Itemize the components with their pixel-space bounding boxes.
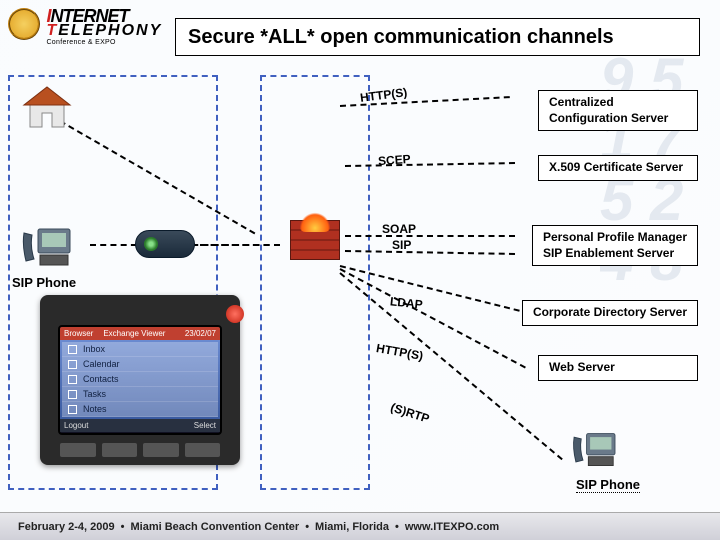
house-icon (22, 85, 72, 130)
phone-time: 23/02/07 (185, 329, 216, 338)
conference-logo: INTERNET TELEPHONY Conference & EXPO (8, 8, 173, 68)
page-title: Secure *ALL* open communication channels (175, 18, 700, 56)
list-item: Contacts (62, 372, 218, 387)
phone-tab-exchange: Exchange Viewer (103, 329, 165, 338)
phone-nav-button (226, 305, 244, 323)
phone-softkey-select: Select (194, 421, 216, 430)
sip-phone-icon (570, 430, 620, 470)
badge-icon (8, 8, 40, 40)
server-directory: Corporate Directory Server (522, 300, 698, 326)
phone-device: Browser Exchange Viewer 23/02/07 Inbox C… (40, 295, 240, 465)
phone-display: Browser Exchange Viewer 23/02/07 Inbox C… (58, 325, 222, 435)
connector (345, 235, 515, 237)
connector (200, 244, 280, 246)
gateway-icon (135, 230, 195, 258)
sip-phone-label: SIP Phone (576, 477, 640, 492)
protocol-soap: SOAP (382, 222, 416, 236)
phone-softkey-logout: Logout (64, 421, 88, 430)
server-cert: X.509 Certificate Server (538, 155, 698, 181)
server-web: Web Server (538, 355, 698, 381)
firewall-icon (290, 220, 340, 270)
sip-phone-icon (20, 225, 75, 270)
phone-menu-list: Inbox Calendar Contacts Tasks Notes (60, 340, 220, 419)
protocol-sip: SIP (392, 238, 411, 252)
list-item: Calendar (62, 357, 218, 372)
footer: February 2-4, 2009• Miami Beach Conventi… (0, 512, 720, 540)
list-item: Tasks (62, 387, 218, 402)
server-ppm: Personal Profile ManagerSIP Enablement S… (532, 225, 698, 266)
phone-hard-buttons (60, 443, 220, 457)
list-item: Notes (62, 402, 218, 417)
protocol-scep: SCEP (378, 152, 412, 168)
list-item: Inbox (62, 342, 218, 357)
phone-tab-browser: Browser (64, 329, 93, 338)
server-config: CentralizedConfiguration Server (538, 90, 698, 131)
sip-phone-label: SIP Phone (12, 275, 76, 290)
